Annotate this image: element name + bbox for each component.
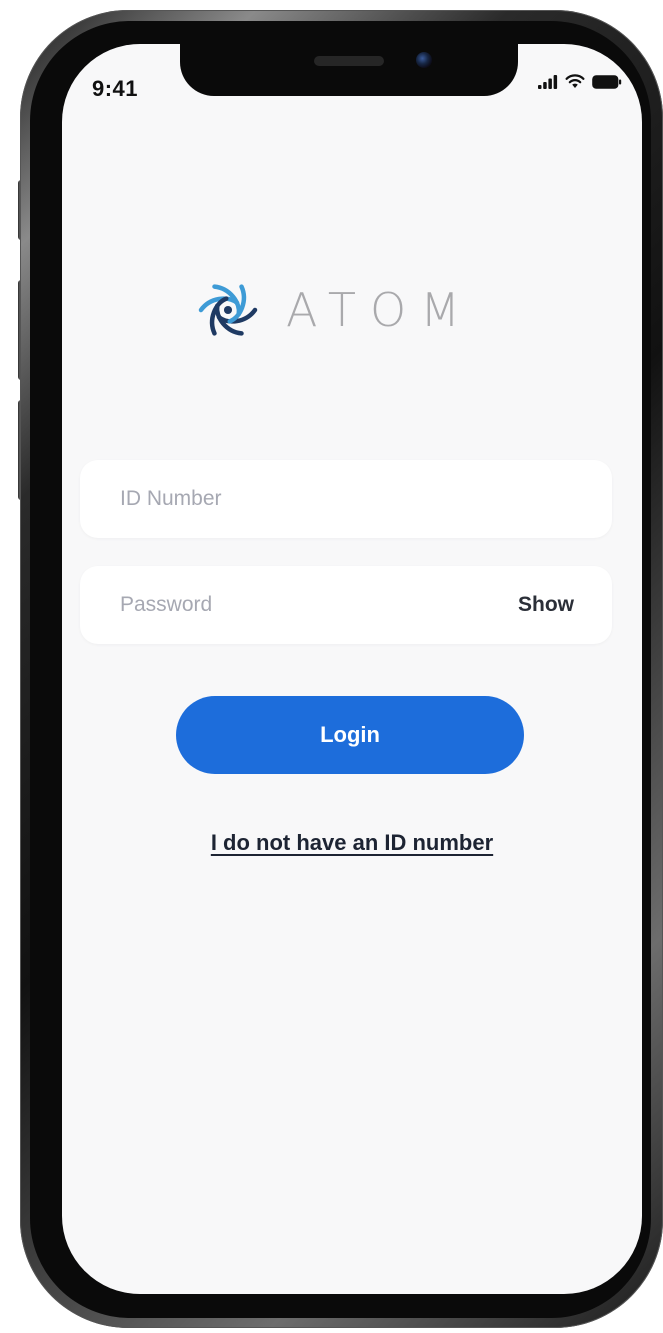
show-password-button[interactable]: Show xyxy=(518,566,574,644)
password-field[interactable]: Password Show xyxy=(80,566,612,644)
camera-icon xyxy=(416,52,432,68)
signal-icon xyxy=(538,74,558,89)
brand-wordmark: ATOM xyxy=(286,283,474,337)
password-placeholder: Password xyxy=(120,593,213,616)
no-id-number-link[interactable]: I do not have an ID number xyxy=(62,830,642,856)
status-time: 9:41 xyxy=(92,76,139,101)
app-screen: 9:41 ATOM ID Number Password Show Login … xyxy=(62,44,642,1294)
id-number-placeholder: ID Number xyxy=(120,487,222,510)
notch xyxy=(180,44,518,96)
battery-icon xyxy=(592,74,622,89)
device-frame: 9:41 ATOM ID Number Password Show Login … xyxy=(0,0,663,1333)
login-button[interactable]: Login xyxy=(176,696,524,774)
atom-logo-icon xyxy=(198,284,258,336)
speaker-grille xyxy=(314,56,384,66)
brand-logo: ATOM xyxy=(192,274,474,346)
status-icons xyxy=(538,74,622,89)
id-number-field[interactable]: ID Number xyxy=(80,460,612,538)
wifi-icon xyxy=(565,74,585,88)
